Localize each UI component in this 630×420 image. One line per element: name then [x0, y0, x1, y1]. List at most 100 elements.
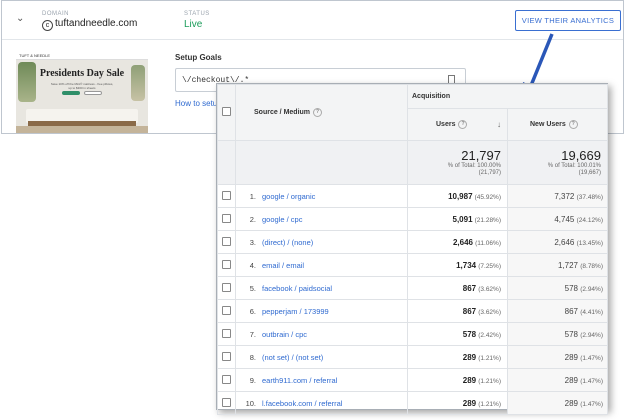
row-number: 10. — [245, 398, 256, 408]
sort-down-icon[interactable]: ↓ — [497, 120, 501, 129]
table-row: 7. outbrain / cpc 578 (2.42%) 578 (2.94%) — [217, 322, 608, 346]
source-cell: 2. google / cpc — [235, 207, 408, 231]
row-checkbox[interactable] — [222, 328, 231, 338]
new-users-column-header[interactable]: New Users? — [507, 108, 608, 141]
users-value: 10,987 — [448, 191, 473, 201]
help-icon[interactable]: ? — [568, 120, 578, 129]
new-users-cell: 289 (1.47%) — [507, 368, 608, 392]
new-users-total-cell: 19,669 % of Total: 100.01% (19,667) — [507, 140, 608, 185]
source-medium-header[interactable]: Source / Medium? — [235, 84, 408, 141]
new-users-percent: (13.45%) — [576, 239, 603, 247]
analytics-table-panel: Source / Medium? Acquisition Users? ↓ New… — [216, 83, 608, 415]
new-users-total-abs: (19,667) — [578, 170, 601, 176]
row-checkbox[interactable] — [222, 397, 231, 407]
new-users-value: 289 — [564, 375, 578, 385]
new-users-percent: (24.12%) — [576, 216, 603, 224]
row-checkbox[interactable] — [222, 351, 231, 361]
row-number: 8. — [249, 352, 256, 362]
table-row: 2. google / cpc 5,091 (21.28%) 4,745 (24.12… — [217, 207, 608, 231]
row-checkbox[interactable] — [222, 259, 231, 269]
source-medium-link[interactable]: google / cpc — [262, 215, 302, 224]
chevron-down-icon[interactable]: ⌄ — [16, 13, 24, 24]
table-row: 3. (direct) / (none) 2,646 (11.06%) 2,646 (… — [217, 230, 608, 254]
row-checkbox[interactable] — [222, 305, 231, 315]
how-to-setup-link[interactable]: How to setup — [175, 99, 222, 108]
select-all-cell — [217, 84, 236, 141]
new-users-cell: 289 (1.47%) — [507, 345, 608, 369]
users-percent: (7.25%) — [478, 262, 501, 270]
row-checkbox[interactable] — [222, 282, 231, 292]
new-users-cell: 2,646 (13.45%) — [507, 230, 608, 254]
table-row: 1. google / organic 10,987 (45.92%) 7,372 (… — [217, 184, 608, 208]
row-checkbox-cell — [217, 230, 236, 254]
new-users-percent: (4.41%) — [580, 308, 603, 316]
new-users-cell: 578 (2.94%) — [507, 322, 608, 346]
users-column-header[interactable]: Users? ↓ — [407, 108, 508, 141]
acquisition-group-header: Acquisition — [407, 84, 608, 109]
source-cell: 1. google / organic — [235, 184, 408, 208]
select-all-checkbox[interactable] — [222, 107, 231, 116]
row-number: 1. — [249, 191, 256, 201]
users-value: 289 — [462, 375, 477, 385]
row-checkbox-cell — [217, 276, 236, 300]
row-checkbox-cell — [217, 207, 236, 231]
table-row: 6. pepperjam / 173999 867 (3.62%) 867 (4.41… — [217, 299, 608, 323]
source-medium-link[interactable]: l.facebook.com / referral — [262, 399, 342, 408]
new-users-cell: 7,372 (37.48%) — [507, 184, 608, 208]
new-users-value: 4,745 — [554, 214, 575, 224]
table-row: 8. (not set) / (not set) 289 (1.21%) 289 (1… — [217, 345, 608, 369]
table-row: 4. email / email 1,734 (7.25%) 1,727 (8.78%… — [217, 253, 608, 277]
source-medium-link[interactable]: pepperjam / 173999 — [262, 307, 329, 316]
users-total: 21,797 — [461, 148, 501, 163]
users-percent: (11.06%) — [475, 239, 501, 247]
source-medium-link[interactable]: (direct) / (none) — [262, 238, 313, 247]
source-medium-link[interactable]: outbrain / cpc — [262, 330, 307, 339]
users-cell: 578 (2.42%) — [407, 322, 508, 346]
row-checkbox[interactable] — [222, 374, 231, 384]
row-checkbox-cell — [217, 345, 236, 369]
row-checkbox-cell — [217, 299, 236, 323]
new-users-value: 7,372 — [554, 191, 575, 201]
users-cell: 5,091 (21.28%) — [407, 207, 508, 231]
new-users-value: 867 — [564, 306, 578, 316]
preview-floor — [16, 126, 148, 133]
users-percent: (21.28%) — [474, 216, 501, 224]
users-cell: 2,646 (11.06%) — [407, 230, 508, 254]
users-value: 289 — [462, 352, 477, 362]
users-value: 1,734 — [456, 260, 477, 270]
row-number: 9. — [249, 375, 256, 385]
row-checkbox[interactable] — [222, 236, 231, 246]
source-medium-link[interactable]: facebook / paidsocial — [262, 284, 332, 293]
users-value: 867 — [462, 306, 477, 316]
source-medium-link[interactable]: email / email — [262, 261, 304, 270]
new-users-value: 578 — [564, 329, 578, 339]
users-cell: 289 (1.21%) — [407, 345, 508, 369]
row-checkbox[interactable] — [222, 213, 231, 223]
users-cell: 867 (3.62%) — [407, 299, 508, 323]
help-icon[interactable]: ? — [313, 108, 323, 117]
users-total-abs: (21,797) — [478, 170, 501, 176]
acquisition-table: Source / Medium? Acquisition Users? ↓ New… — [217, 84, 608, 415]
source-medium-link[interactable]: (not set) / (not set) — [262, 353, 323, 362]
site-preview-thumbnail: TUFT & NEEDLE Presidents Day Sale Save 1… — [16, 53, 148, 133]
domain-card-header: ⌄ DOMAIN c tuftandneedle.com STATUS Live … — [2, 1, 623, 40]
preview-brand: TUFT & NEEDLE — [16, 53, 148, 60]
row-number: 4. — [249, 260, 256, 270]
users-cell: 867 (3.62%) — [407, 276, 508, 300]
new-users-value: 1,727 — [557, 260, 578, 270]
help-icon[interactable]: ? — [458, 120, 468, 129]
view-analytics-button[interactable]: VIEW THEIR ANALYTICS — [515, 10, 621, 31]
source-cell: 3. (direct) / (none) — [235, 230, 408, 254]
row-checkbox-cell — [217, 253, 236, 277]
row-number: 7. — [249, 329, 256, 339]
users-percent: (1.21%) — [478, 400, 501, 408]
source-medium-link[interactable]: earth911.com / referral — [262, 376, 337, 385]
row-checkbox[interactable] — [222, 190, 231, 200]
new-users-value: 289 — [564, 352, 578, 362]
new-users-cell: 289 (1.47%) — [507, 391, 608, 415]
source-medium-link[interactable]: google / organic — [262, 192, 315, 201]
source-cell: 9. earth911.com / referral — [235, 368, 408, 392]
new-users-value: 289 — [564, 398, 578, 408]
users-percent: (3.62%) — [478, 285, 501, 293]
source-medium-label: Source / Medium — [254, 109, 311, 116]
